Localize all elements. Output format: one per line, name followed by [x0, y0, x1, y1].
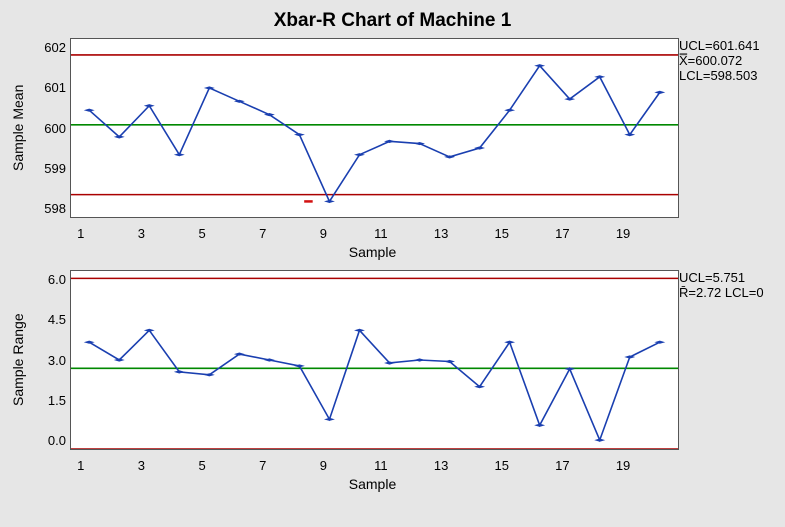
xbar-xticks: 135791113151719	[66, 224, 679, 242]
xbar-ucl-label: UCL=601.641	[679, 38, 760, 53]
xbar-cl-label: X̿=600.072	[679, 53, 742, 68]
range-xlabel: Sample	[66, 476, 679, 492]
range-ref-labels: UCL=5.751 R̄=2.72 LCL=0	[679, 270, 775, 450]
xbar-panel: Sample Mean 602601600599598 UCL=601.641 …	[10, 38, 775, 218]
xbar-xlabel: Sample	[66, 244, 679, 260]
range-ucl-label: UCL=5.751	[679, 270, 745, 285]
range-yticks: 6.04.53.01.50.0	[32, 270, 70, 450]
chart-title: Xbar-R Chart of Machine 1	[10, 10, 775, 32]
range-lcl-label: LCL=0	[725, 285, 764, 300]
xbar-r-chart: Xbar-R Chart of Machine 1 Sample Mean 60…	[0, 0, 785, 527]
range-xticks: 135791113151719	[66, 456, 679, 474]
xbar-ylabel: Sample Mean	[10, 38, 28, 218]
xbar-plot-area	[70, 38, 679, 218]
range-ylabel: Sample Range	[10, 270, 28, 450]
range-cl-label: R̄=2.72	[679, 285, 721, 300]
xbar-ref-labels: UCL=601.641 X̿=600.072 LCL=598.503	[679, 38, 775, 218]
range-panel: Sample Range 6.04.53.01.50.0 UCL=5.751 R…	[10, 270, 775, 450]
xbar-lcl-label: LCL=598.503	[679, 68, 757, 83]
range-plot-area	[70, 270, 679, 450]
xbar-yticks: 602601600599598	[32, 38, 70, 218]
